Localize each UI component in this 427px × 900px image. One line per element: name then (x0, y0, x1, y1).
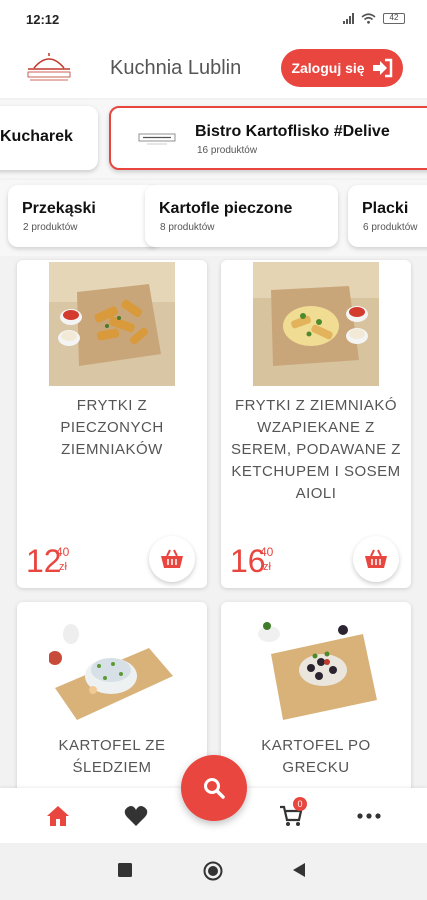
product-name: FRYTKI Z ZIEMNIAKÓ WZAPIEKANE Z SEREM, P… (231, 397, 401, 502)
home-icon[interactable] (45, 804, 71, 828)
category-kartofle-pieczone[interactable]: Kartofle pieczone 8 produktów (145, 185, 338, 247)
cart-count-badge: 0 (293, 797, 307, 811)
product-photo (49, 604, 175, 728)
add-to-cart-button[interactable] (353, 536, 399, 582)
battery-icon: 42 (383, 13, 405, 24)
category-count: 8 produktów (160, 222, 215, 233)
login-button[interactable]: Zaloguj się (281, 49, 403, 87)
category-list: Przekąski 2 produktów Kartofle pieczone … (0, 180, 427, 256)
restaurant-card-kucharek[interactable]: Kucharek (0, 106, 98, 170)
heart-icon[interactable] (123, 804, 149, 828)
price-cents: 40 (260, 545, 274, 559)
add-to-cart-button[interactable] (149, 536, 195, 582)
restaurant-name: Kucharek (0, 128, 73, 145)
back-icon[interactable] (292, 863, 306, 877)
more-icon[interactable] (356, 804, 382, 828)
restaurant-logo (27, 53, 71, 81)
product-price: 16 40 zł (230, 545, 273, 577)
product-photo (49, 262, 175, 386)
category-name: Przekąski (22, 200, 96, 217)
app-screen: 12:12 42 Kuchnia Lublin Zaloguj się Kuch… (0, 0, 427, 900)
product-name: KARTOFEL PO GRECKU (261, 737, 371, 776)
restaurant-name: Bistro Kartoflisko #Delive (195, 123, 390, 140)
basket-icon (365, 549, 387, 568)
product-grid: FRYTKI Z PIECZONYCH ZIEMNIAKÓW 12 40 zł (0, 258, 427, 788)
price-currency: zł (59, 561, 67, 573)
product-price: 12 40 zł (26, 545, 69, 577)
signal-icon (343, 13, 354, 24)
restaurant-card-bistro[interactable]: Bistro Kartoflisko #Delive 16 produktów (109, 106, 427, 170)
recent-apps-icon[interactable] (118, 863, 132, 877)
cart-icon[interactable]: 0 (278, 797, 307, 828)
category-name: Placki (362, 200, 409, 217)
product-card[interactable]: KARTOFEL ZE ŚLEDZIEM (17, 602, 207, 788)
price-currency: zł (263, 561, 271, 573)
wifi-icon (361, 13, 376, 24)
product-card[interactable]: FRYTKI Z PIECZONYCH ZIEMNIAKÓW 12 40 zł (17, 260, 207, 588)
price-cents: 40 (56, 545, 70, 559)
login-arrow-icon (372, 58, 392, 78)
product-photo (253, 262, 379, 386)
product-card[interactable]: FRYTKI Z ZIEMNIAKÓ WZAPIEKANE Z SEREM, P… (221, 260, 411, 588)
restaurant-list: Kucharek Bistro Kartoflisko #Delive 16 p… (0, 100, 427, 178)
login-label: Zaloguj się (291, 60, 365, 76)
product-name: FRYTKI Z PIECZONYCH ZIEMNIAKÓW (60, 397, 164, 458)
category-count: 2 produktów (23, 222, 78, 233)
category-przekaski[interactable]: Przekąski 2 produktów (8, 185, 160, 247)
product-name: KARTOFEL ZE ŚLEDZIEM (58, 737, 166, 776)
restaurant-logo (138, 133, 176, 145)
basket-icon (161, 549, 183, 568)
restaurant-product-count: 16 produktów (197, 145, 258, 156)
search-icon (204, 778, 225, 799)
status-icons: 42 (343, 13, 405, 24)
system-navigation-bar (0, 843, 427, 900)
category-name: Kartofle pieczone (159, 200, 293, 217)
app-title: Kuchnia Lublin (110, 57, 242, 79)
product-card[interactable]: KARTOFEL PO GRECKU (221, 602, 411, 788)
search-button[interactable] (181, 755, 247, 821)
status-bar: 12:12 42 (0, 0, 427, 40)
product-photo (253, 604, 379, 728)
status-time: 12:12 (26, 12, 60, 27)
app-header: Kuchnia Lublin Zaloguj się (0, 40, 427, 98)
category-placki[interactable]: Placki 6 produktów (348, 185, 427, 247)
category-count: 6 produktów (363, 222, 418, 233)
home-system-icon[interactable] (203, 861, 223, 881)
